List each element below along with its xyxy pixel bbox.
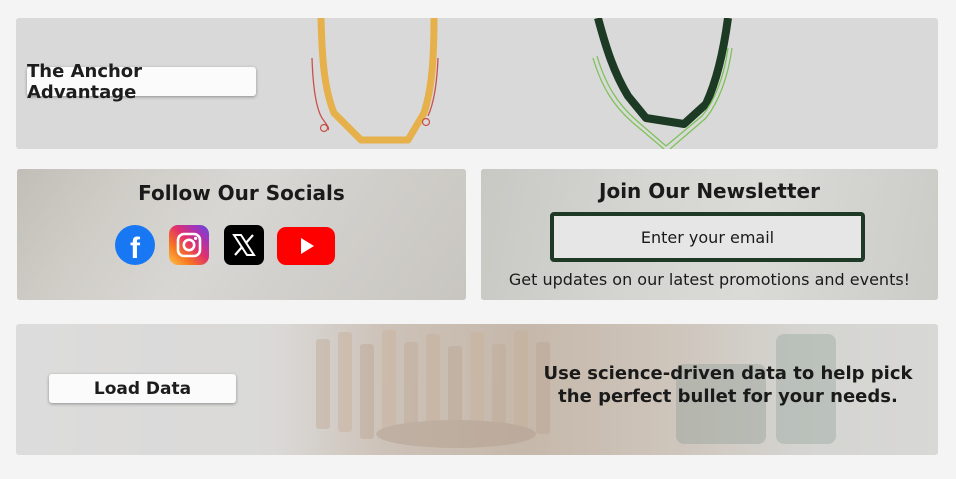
newsletter-panel: Join Our Newsletter Get updates on our l… xyxy=(481,169,938,300)
anchor-advantage-banner: The Anchor Advantage xyxy=(16,18,938,149)
newsletter-subtitle: Get updates on our latest promotions and… xyxy=(508,270,911,289)
socials-panel: Follow Our Socials f xyxy=(17,169,466,300)
youtube-icon[interactable] xyxy=(277,227,335,265)
x-glyph xyxy=(232,234,256,256)
socials-title: Follow Our Socials xyxy=(138,181,345,205)
facebook-icon[interactable]: f xyxy=(115,225,155,265)
newsletter-title: Join Our Newsletter xyxy=(599,179,820,203)
load-data-panel: Load Data Use science-driven data to hel… xyxy=(16,324,938,455)
x-icon[interactable] xyxy=(224,225,264,265)
instagram-glyph xyxy=(176,232,202,258)
play-icon xyxy=(301,238,314,254)
instagram-icon[interactable] xyxy=(169,225,209,265)
anchor-advantage-button[interactable]: The Anchor Advantage xyxy=(27,61,256,103)
facebook-glyph: f xyxy=(130,232,140,265)
load-data-description: Use science-driven data to help pick the… xyxy=(543,363,913,407)
email-input[interactable] xyxy=(550,212,865,262)
load-data-button[interactable]: Load Data xyxy=(49,374,236,403)
